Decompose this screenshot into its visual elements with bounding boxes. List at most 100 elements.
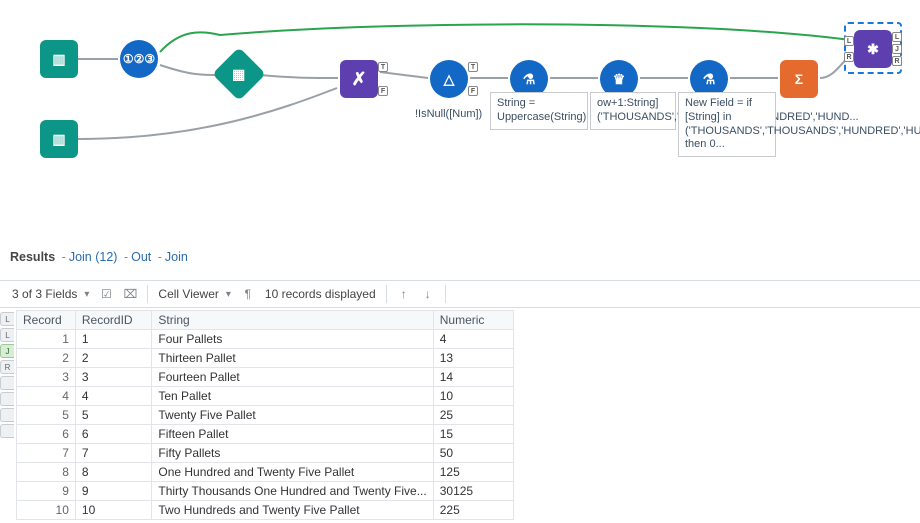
results-table[interactable]: Record RecordID String Numeric 11Four Pa… <box>16 310 514 520</box>
table-row[interactable]: 66Fifteen Pallet15 <box>17 425 514 444</box>
separator <box>147 285 148 303</box>
cell-record: 3 <box>17 368 76 387</box>
cell-viewer-dropdown[interactable]: Cell Viewer <box>158 287 231 301</box>
cell-recordid: 9 <box>75 482 151 501</box>
annotation-formula-2: ow+1:String] ('THOUSANDS','THOUSANDS','H… <box>590 92 676 130</box>
records-count-label: 10 records displayed <box>265 287 376 301</box>
cell-numeric: 15 <box>433 425 513 444</box>
cell-string: Fifty Pallets <box>152 444 433 463</box>
cell-record: 10 <box>17 501 76 520</box>
join-tool[interactable]: ✱ L J R L R <box>854 30 892 68</box>
table-row[interactable]: 88One Hundred and Twenty Five Pallet125 <box>17 463 514 482</box>
cell-string: Thirteen Pallet <box>152 349 433 368</box>
flask-icon: ⚗ <box>523 71 536 88</box>
triangle-icon: △ <box>444 71 455 88</box>
anchor-tab-J[interactable]: J <box>0 344 14 358</box>
book-icon: ▥ <box>52 51 65 68</box>
anchor-tab-blank[interactable] <box>0 392 14 406</box>
join-port-l[interactable]: L <box>892 32 902 42</box>
workflow-canvas[interactable]: ▥ ①②③ ▦ ✗ T F △ T F ⚗ ♛ ⚗ Σ ✱ L J R L R … <box>0 0 920 220</box>
cell-string: Fourteen Pallet <box>152 368 433 387</box>
crown-icon: ♛ <box>613 71 626 88</box>
table-header-row: Record RecordID String Numeric <box>17 311 514 330</box>
crumb-0[interactable]: Join (12) <box>69 250 118 264</box>
input-tool-2[interactable]: ▥ <box>40 120 78 158</box>
cell-string: Ten Pallet <box>152 387 433 406</box>
cell-numeric: 50 <box>433 444 513 463</box>
cell-record: 5 <box>17 406 76 425</box>
fields-dropdown[interactable]: 3 of 3 Fields <box>12 287 89 301</box>
anchor-tab-blank[interactable] <box>0 376 14 390</box>
filter-port-true[interactable]: T <box>378 62 388 72</box>
cell-numeric: 125 <box>433 463 513 482</box>
table-row[interactable]: 44Ten Pallet10 <box>17 387 514 406</box>
join-port-r[interactable]: R <box>892 56 902 66</box>
pilcrow-icon[interactable]: ¶ <box>241 287 255 301</box>
crumb-1[interactable]: Out <box>131 250 151 264</box>
cell-record: 6 <box>17 425 76 444</box>
texttocolumns-tool[interactable]: ▦ <box>212 47 266 101</box>
join-in-r[interactable]: R <box>844 52 854 62</box>
flask-icon: ⚗ <box>703 71 716 88</box>
recordid-tool[interactable]: ①②③ <box>120 40 158 78</box>
separator <box>386 285 387 303</box>
results-anchor-tabs: LLJR <box>0 312 16 438</box>
anchor-tab-L[interactable]: L <box>0 328 14 342</box>
filter-port-false[interactable]: F <box>378 86 388 96</box>
cell-numeric: 30125 <box>433 482 513 501</box>
cell-recordid: 3 <box>75 368 151 387</box>
table-row[interactable]: 77Fifty Pallets50 <box>17 444 514 463</box>
cell-recordid: 1 <box>75 330 151 349</box>
cell-numeric: 13 <box>433 349 513 368</box>
summarize-tool[interactable]: Σ <box>780 60 818 98</box>
results-toolbar: 3 of 3 Fields ☑ ⌧ Cell Viewer ¶ 10 recor… <box>0 280 920 308</box>
port-t[interactable]: T <box>468 62 478 72</box>
cell-string: Two Hundreds and Twenty Five Pallet <box>152 501 433 520</box>
cell-string: Fifteen Pallet <box>152 425 433 444</box>
cell-numeric: 10 <box>433 387 513 406</box>
arrow-down-icon[interactable]: ↓ <box>421 287 435 301</box>
cell-record: 4 <box>17 387 76 406</box>
grid-icon: ▦ <box>220 66 258 83</box>
checkbox-icon[interactable]: ☑ <box>99 287 113 301</box>
cell-record: 1 <box>17 330 76 349</box>
cell-numeric: 225 <box>433 501 513 520</box>
join-in-l[interactable]: L <box>844 36 854 46</box>
filter-tool[interactable]: ✗ T F <box>340 60 378 98</box>
table-row[interactable]: 11Four Pallets4 <box>17 330 514 349</box>
col-string[interactable]: String <box>152 311 433 330</box>
cell-recordid: 6 <box>75 425 151 444</box>
cell-recordid: 5 <box>75 406 151 425</box>
cell-recordid: 4 <box>75 387 151 406</box>
col-recordid[interactable]: RecordID <box>75 311 151 330</box>
cell-recordid: 7 <box>75 444 151 463</box>
filter-icon: ✗ <box>351 69 366 90</box>
cell-recordid: 8 <box>75 463 151 482</box>
join-port-j[interactable]: J <box>892 44 902 54</box>
port-f[interactable]: F <box>468 86 478 96</box>
annotation-formula-3: New Field = if [String] in ('THOUSANDS',… <box>678 92 776 157</box>
anchor-tab-blank[interactable] <box>0 424 14 438</box>
clear-icon[interactable]: ⌧ <box>123 287 137 301</box>
col-record[interactable]: Record <box>17 311 76 330</box>
cell-numeric: 14 <box>433 368 513 387</box>
col-numeric[interactable]: Numeric <box>433 311 513 330</box>
table-row[interactable]: 22Thirteen Pallet13 <box>17 349 514 368</box>
crumb-2[interactable]: Join <box>165 250 188 264</box>
table-row[interactable]: 1010Two Hundreds and Twenty Five Pallet2… <box>17 501 514 520</box>
cell-string: Thirty Thousands One Hundred and Twenty … <box>152 482 433 501</box>
cell-record: 7 <box>17 444 76 463</box>
table-row[interactable]: 55Twenty Five Pallet25 <box>17 406 514 425</box>
cell-record: 2 <box>17 349 76 368</box>
input-tool-1[interactable]: ▥ <box>40 40 78 78</box>
anchor-tab-L[interactable]: L <box>0 312 14 326</box>
cell-string: One Hundred and Twenty Five Pallet <box>152 463 433 482</box>
anchor-tab-R[interactable]: R <box>0 360 14 374</box>
table-row[interactable]: 33Fourteen Pallet14 <box>17 368 514 387</box>
anchor-tab-blank[interactable] <box>0 408 14 422</box>
formula-tool-a[interactable]: △ T F <box>430 60 468 98</box>
arrow-up-icon[interactable]: ↑ <box>397 287 411 301</box>
table-row[interactable]: 99Thirty Thousands One Hundred and Twent… <box>17 482 514 501</box>
sigma-icon: Σ <box>795 71 803 87</box>
join-icon: ✱ <box>867 41 879 58</box>
